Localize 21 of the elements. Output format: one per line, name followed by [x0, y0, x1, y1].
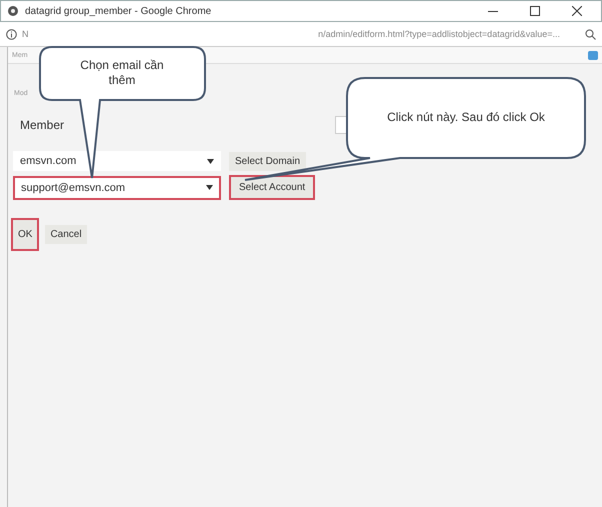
toolbar-icon[interactable] — [588, 50, 598, 60]
url-text[interactable]: n/admin/editform.html?type=addlistobject=datagrid&value=... — [318, 29, 560, 39]
member-input-field[interactable] — [335, 116, 347, 134]
select-button[interactable]: Select Account — [229, 175, 316, 200]
window-title: datagrid group_member - Google Chrome — [25, 6, 212, 16]
close-icon[interactable] — [572, 6, 582, 16]
callout-text: Chọn email cần thêm — [79, 58, 165, 88]
dropdown-field[interactable]: emsvn.com — [13, 151, 221, 171]
info-icon[interactable] — [6, 28, 17, 40]
select-button[interactable]: Select Domain — [229, 152, 306, 170]
action-button[interactable]: OK — [11, 218, 40, 251]
callout-text: Click nút này. Sau đó click Ok — [386, 110, 546, 124]
browser-icon — [7, 5, 19, 17]
action-button[interactable]: Cancel — [45, 225, 87, 244]
caret-icon — [206, 185, 213, 190]
caret-icon — [207, 158, 214, 164]
search-icon[interactable] — [585, 28, 596, 40]
dropdown-field[interactable]: support@emsvn.com — [13, 176, 221, 200]
url-text[interactable]: N — [22, 29, 28, 39]
maximize-icon[interactable] — [530, 6, 540, 16]
field-label: Member — [20, 118, 64, 132]
